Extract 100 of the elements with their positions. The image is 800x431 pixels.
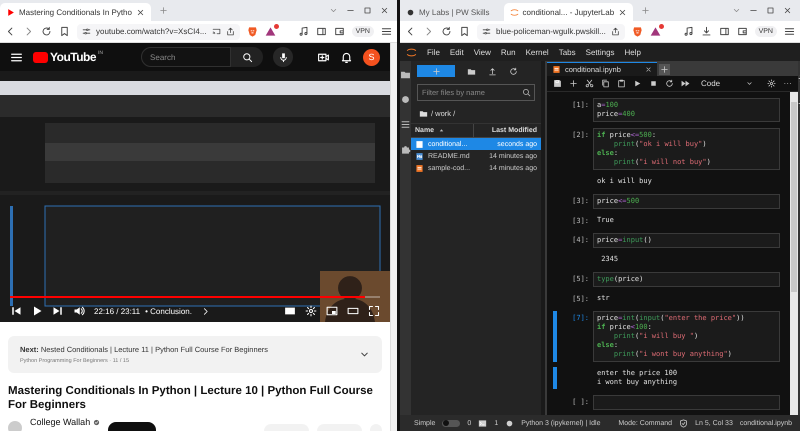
music-icon[interactable] [298,26,309,37]
plus-icon[interactable] [569,79,578,88]
menu-icon[interactable] [10,50,23,64]
bell-icon[interactable] [340,50,353,64]
miniplayer-icon[interactable] [326,305,338,318]
bookmark-icon[interactable] [59,26,70,37]
maximize-icon[interactable] [766,6,775,15]
save-icon[interactable] [553,79,562,88]
kernel-status-icon[interactable] [767,79,776,88]
paste-icon[interactable] [617,79,626,88]
close-icon[interactable] [645,66,652,73]
site-settings-icon[interactable] [82,27,91,36]
menu-item[interactable]: Edit [450,48,464,56]
next-icon[interactable] [52,305,64,318]
reload-icon[interactable] [41,26,52,37]
shield-icon[interactable] [679,418,688,428]
bookmark-icon[interactable] [459,26,470,37]
play-icon[interactable] [31,305,43,318]
fast-forward-icon[interactable] [681,79,690,88]
search-icon [242,52,253,63]
logo-icon [510,8,519,16]
microphone-icon [278,52,289,63]
triangle-icon[interactable] [650,26,661,37]
sidebar-icon[interactable] [718,26,730,37]
triangle-icon[interactable] [264,26,276,37]
cell-type-dropdown[interactable]: Code [701,79,754,88]
address-field[interactable]: youtube.com/watch?v=XsCI4... [77,24,240,40]
video-plus-icon[interactable] [317,50,330,64]
sort-up-icon [438,127,446,134]
scrollbar[interactable] [390,43,397,431]
run-icon[interactable] [633,79,642,88]
scrollbar[interactable] [790,92,798,415]
reload-icon[interactable] [441,26,452,37]
notification-dot [658,24,664,29]
verified-icon [93,418,100,426]
list-icon[interactable] [400,119,411,130]
chevron-down-icon [746,80,754,87]
maximize-icon[interactable] [363,6,372,15]
menu-item[interactable]: Run [500,48,516,56]
close-icon[interactable] [618,8,628,16]
copy-icon[interactable] [601,79,610,88]
logo-text[interactable]: YouTube [50,50,96,64]
close-icon[interactable] [136,8,145,16]
notebook-file-icon [415,140,424,148]
new-tab-icon[interactable] [659,64,670,74]
search-button[interactable] [231,47,264,68]
previous-icon[interactable] [10,305,22,318]
browser-tab[interactable]: My Labs | PW Skills [400,3,496,21]
site-favicon-icon [406,8,415,16]
new-folder-icon[interactable] [467,66,476,76]
share-icon[interactable] [226,27,234,36]
menu-item[interactable]: View [474,48,491,56]
share-icon[interactable] [610,27,620,36]
play-logo-icon[interactable] [33,52,48,64]
close-icon[interactable] [783,6,792,15]
browser-tab[interactable]: Mastering Conditionals In Pytho [0,3,151,21]
notification-dot [274,24,278,29]
kernel-icon[interactable] [505,418,514,428]
logo-icon [406,46,417,58]
simple-toggle[interactable] [442,420,460,426]
menu-item[interactable]: Kernel [526,48,549,56]
puzzle-icon[interactable] [400,144,411,155]
wallet-icon[interactable] [736,26,748,37]
chapter-link[interactable]: • Conclusion. [145,306,192,316]
selection-bar [553,311,557,362]
menu-icon[interactable] [784,26,795,37]
fullscreen-icon[interactable] [368,305,380,318]
menu-item[interactable]: Tabs [558,48,576,56]
notebook-file-icon [552,65,561,74]
address-field[interactable]: blue-policeman-wgulk.pwskill... [477,24,625,40]
site-settings-icon[interactable] [482,27,491,36]
stop-icon[interactable] [649,79,658,88]
volume-icon[interactable] [73,305,85,318]
close-icon[interactable] [380,6,389,15]
download-icon[interactable] [700,26,712,37]
wallet-icon[interactable] [334,26,345,37]
upload-icon[interactable] [488,66,497,76]
menu-item[interactable]: Help [624,48,641,56]
menu-item[interactable]: Settings [586,48,615,56]
markdown-file-icon [415,152,424,160]
cut-icon[interactable] [585,79,594,88]
music-icon[interactable] [682,26,694,37]
cast-icon[interactable] [212,27,220,36]
sidebar-icon[interactable] [316,26,327,37]
menu-item[interactable]: File [427,48,440,56]
settings-icon[interactable] [305,305,317,318]
refresh-icon[interactable] [509,66,518,76]
restart-icon[interactable] [665,79,674,88]
notebook-file-icon [415,164,424,172]
channel-name[interactable]: College Wallah [30,417,90,427]
folder-icon[interactable] [419,109,428,118]
code-cell[interactable] [593,395,780,410]
folder-icon[interactable] [400,69,411,80]
menu-icon[interactable] [381,26,392,37]
terminal-icon[interactable] [478,418,488,428]
microphone-button[interactable] [273,47,294,68]
captions-icon[interactable] [284,305,296,318]
search-field[interactable]: Search [141,47,232,68]
time-label: 22:16 / 23:11 [94,306,140,316]
browser-tab[interactable]: conditional... - JupyterLab [504,3,634,21]
